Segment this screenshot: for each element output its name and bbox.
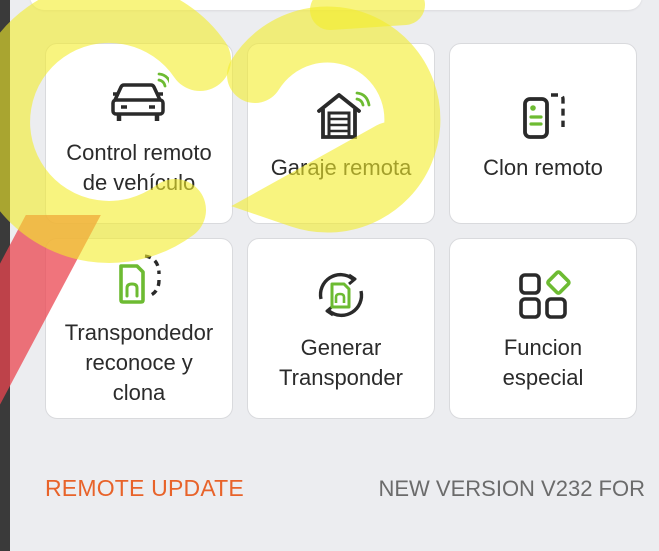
top-card (30, 0, 642, 10)
function-grid: Control remoto de vehículo Garaje remota… (45, 43, 637, 419)
tile-label: Clon remoto (483, 154, 603, 180)
remote-update-link[interactable]: REMOTE UPDATE (45, 475, 244, 502)
version-notice: NEW VERSION V232 FOR (378, 475, 645, 501)
tile-transponder-clone[interactable]: Transpondedor reconoce y clona (45, 238, 233, 419)
tile-vehicle-remote[interactable]: Control remoto de vehículo (45, 43, 233, 224)
tile-label: Funcion especial (502, 334, 584, 390)
car-remote-icon (111, 72, 169, 121)
transponder-generate-icon (318, 272, 364, 317)
update-bar: REMOTE UPDATE NEW VERSION V232 FOR (45, 475, 645, 502)
tile-label: Transpondedor reconoce y clona (64, 319, 214, 405)
transponder-clone-icon (119, 253, 161, 304)
tile-label: Generar Transponder (279, 334, 403, 390)
garage-remote-icon (317, 91, 371, 139)
tile-transponder-generate[interactable]: Generar Transponder (247, 238, 435, 419)
tile-garage-remote[interactable]: Garaje remota (247, 43, 435, 224)
tile-remote-clone[interactable]: Clon remoto (449, 43, 637, 224)
remote-clone-icon (523, 92, 565, 139)
tile-special-function[interactable]: Funcion especial (449, 238, 637, 419)
tile-label: Garaje remota (270, 154, 412, 180)
device-bezel (0, 0, 10, 551)
special-function-icon (519, 269, 571, 319)
tile-label: Control remoto de vehículo (66, 139, 212, 195)
